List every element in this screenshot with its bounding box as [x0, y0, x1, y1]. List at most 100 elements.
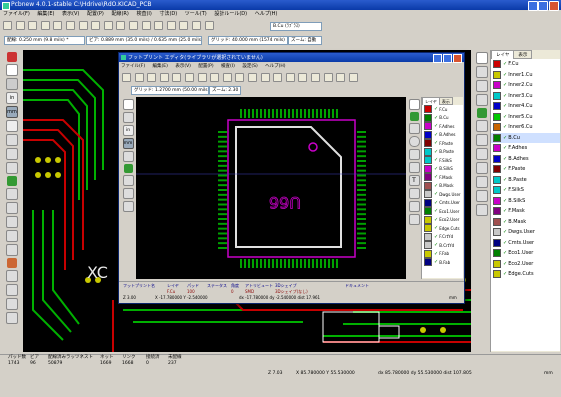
fp-grid-select[interactable]: グリッド: 1.2700 mm (50.00 mils)	[131, 86, 209, 95]
new-board-icon[interactable]	[3, 21, 12, 30]
layer-color-swatch[interactable]	[424, 173, 432, 182]
layer-visible-checkbox[interactable]: ✓	[503, 166, 507, 172]
grid-toggle-icon[interactable]	[6, 64, 18, 76]
layer-row[interactable]: ✓ Eco2.User	[491, 259, 560, 270]
layer-select[interactable]: B.Cu (ﾗﾌﾞﾗｽ)	[270, 22, 322, 31]
layer-color-swatch[interactable]	[424, 190, 432, 199]
layer-row[interactable]: ✓ B.Mask	[491, 217, 560, 228]
fp-edge-sketch-icon[interactable]	[122, 188, 134, 199]
layer-visible-checkbox[interactable]: ✓	[503, 208, 507, 214]
tab-render[interactable]: 表示	[514, 50, 533, 59]
layer-color-swatch[interactable]	[493, 112, 501, 121]
fp-maximize-button[interactable]	[443, 54, 452, 63]
layer-color-swatch[interactable]	[424, 105, 432, 114]
outline-icon[interactable]	[6, 298, 18, 310]
layer-color-swatch[interactable]	[493, 102, 501, 111]
layer-row[interactable]: ✓ B.Fab	[422, 258, 463, 267]
layer-color-swatch[interactable]	[493, 175, 501, 184]
layer-visible-checkbox[interactable]: ✓	[434, 106, 438, 112]
layer-visible-checkbox[interactable]: ✓	[434, 259, 438, 265]
fp-add-text-icon[interactable]: T	[408, 175, 420, 186]
fp-grid-origin-icon[interactable]	[408, 201, 420, 212]
local-ratsnest-icon[interactable]	[476, 80, 488, 92]
fp-pad-sketch-icon[interactable]	[123, 164, 133, 173]
menu-inspect[interactable]: 検査(I)	[136, 11, 151, 17]
units-inch-icon[interactable]: in	[6, 92, 18, 104]
page-settings-icon[interactable]	[40, 21, 50, 30]
fp-minimize-button[interactable]	[433, 54, 442, 63]
fp-units-mm-icon[interactable]: mm	[122, 138, 134, 149]
fp-zoom-fit-icon[interactable]	[323, 73, 333, 82]
layer-color-swatch[interactable]	[493, 196, 501, 205]
layer-color-swatch[interactable]	[424, 130, 432, 139]
delete-icon[interactable]	[476, 204, 488, 216]
fp-high-contrast-icon[interactable]	[122, 201, 134, 212]
layer-visible-checkbox[interactable]: ✓	[434, 191, 438, 197]
layer-visible-checkbox[interactable]: ✓	[503, 114, 507, 120]
layer-row[interactable]: ✓ B.Paste	[491, 175, 560, 186]
layer-row[interactable]: ✓ F.Adhes	[422, 122, 463, 131]
add-text-icon[interactable]	[476, 176, 488, 188]
layer-visible-checkbox[interactable]: ✓	[434, 123, 438, 129]
layer-color-swatch[interactable]	[493, 60, 501, 69]
select-arrow-icon[interactable]	[476, 52, 488, 64]
fp-add-arc-icon[interactable]	[408, 149, 420, 160]
fp-delete-icon[interactable]	[408, 214, 420, 225]
layer-color-swatch[interactable]	[424, 215, 432, 224]
menu-view[interactable]: 表示(V)	[62, 11, 79, 17]
find-icon[interactable]	[191, 21, 201, 30]
layer-visible-checkbox[interactable]: ✓	[434, 132, 438, 138]
fp-cursor-icon[interactable]	[122, 151, 134, 162]
layer-visible-checkbox[interactable]: ✓	[503, 187, 507, 193]
layer-visible-checkbox[interactable]: ✓	[503, 124, 507, 130]
add-via-icon[interactable]	[476, 120, 488, 132]
layer-color-swatch[interactable]	[424, 113, 432, 122]
fp-zoom-out-icon[interactable]	[298, 73, 308, 82]
highlight-net-icon[interactable]	[476, 66, 488, 78]
layer-color-swatch[interactable]	[493, 207, 501, 216]
track-sketch-icon[interactable]	[6, 230, 18, 242]
layer-color-swatch[interactable]	[493, 238, 501, 247]
fp-redo-icon[interactable]	[247, 73, 257, 82]
via-size-select[interactable]: ビア: 0.889 mm (35.0 mils) / 0.635 mm (25.…	[86, 36, 202, 45]
layer-color-swatch[interactable]	[424, 164, 432, 173]
layer-color-swatch[interactable]	[424, 249, 432, 258]
layer-row[interactable]: ✓ Eco2.User	[422, 215, 463, 225]
layer-visible-checkbox[interactable]: ✓	[434, 149, 438, 155]
menu-file[interactable]: ファイル(F)	[3, 11, 30, 17]
layer-visible-checkbox[interactable]: ✓	[503, 93, 507, 99]
layer-color-swatch[interactable]	[424, 122, 432, 131]
layer-visible-checkbox[interactable]: ✓	[503, 156, 507, 162]
layer-visible-checkbox[interactable]: ✓	[503, 240, 507, 246]
layer-visible-checkbox[interactable]: ✓	[503, 198, 507, 204]
zone-outline-icon[interactable]	[6, 188, 18, 200]
fp-check-icon[interactable]	[348, 73, 358, 82]
layer-row[interactable]: ✓ B.Cu	[491, 132, 560, 143]
redo-icon[interactable]	[91, 21, 101, 30]
layer-row[interactable]: ✓ F.Adhes	[491, 143, 560, 154]
layer-visible-checkbox[interactable]: ✓	[503, 72, 507, 78]
fp-title-bar[interactable]: フットプリント エディタ(ライブラリが選択されていません)	[119, 53, 464, 63]
fp-zoom-select[interactable]: ズーム: 2.30	[209, 86, 241, 95]
zoom-select[interactable]: ズーム: 自動	[288, 36, 322, 45]
fp-wizard-icon[interactable]	[172, 73, 182, 82]
layer-row[interactable]: ✓ Cmts.User	[491, 238, 560, 249]
fp-add-polygon-icon[interactable]	[408, 162, 420, 173]
zoom-area-icon[interactable]	[179, 21, 189, 30]
fp-polar-icon[interactable]	[122, 112, 134, 123]
layer-row[interactable]: ✓ F.Paste	[491, 164, 560, 175]
open-file-icon[interactable]	[15, 21, 25, 30]
layer-row[interactable]: ✓ Dwgs.User	[422, 190, 463, 199]
via-sketch-icon[interactable]	[6, 216, 18, 228]
fp-menu-inspect[interactable]: 検査(I)	[221, 64, 235, 69]
layer-row[interactable]: ✓ Inner6.Cu	[491, 122, 560, 133]
print-icon[interactable]	[103, 21, 113, 30]
fp-menu-file[interactable]: ファイル(F)	[121, 64, 145, 69]
fp-tab-render[interactable]: 表示	[439, 97, 453, 105]
layer-row[interactable]: ✓ B.Mask	[422, 181, 463, 191]
polar-coords-icon[interactable]	[6, 78, 18, 90]
menu-edit[interactable]: 編集(E)	[37, 11, 54, 17]
fp-units-inch-icon[interactable]: in	[122, 125, 134, 136]
pad-sketch-icon[interactable]	[6, 202, 18, 214]
layer-row[interactable]: ✓ Edge.Cuts	[422, 224, 463, 233]
